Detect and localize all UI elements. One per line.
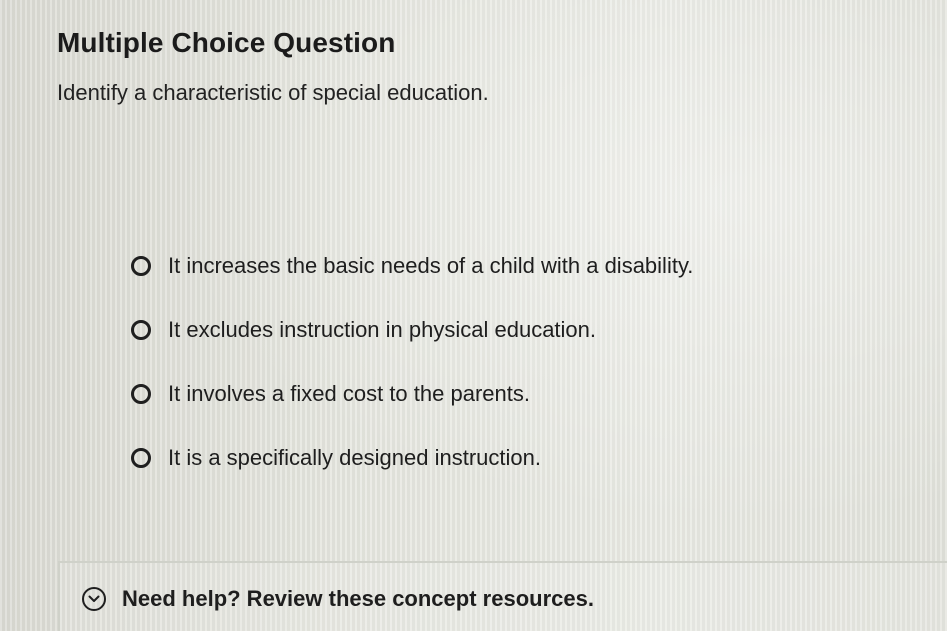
answer-option-4[interactable]: It is a specifically designed instructio…: [131, 426, 693, 490]
need-help-label[interactable]: Need help? Review these concept resource…: [122, 586, 594, 612]
page-title: Multiple Choice Question: [57, 26, 396, 58]
answer-option-3[interactable]: It involves a fixed cost to the parents.: [131, 362, 693, 426]
radio-button-icon[interactable]: [131, 320, 151, 340]
radio-button-icon[interactable]: [131, 256, 151, 276]
answer-option-label: It is a specifically designed instructio…: [168, 445, 541, 470]
need-help-toggle[interactable]: Need help? Review these concept resource…: [82, 586, 594, 612]
radio-button-icon[interactable]: [131, 384, 151, 404]
chevron-down-icon[interactable]: [82, 587, 106, 611]
answer-option-1[interactable]: It increases the basic needs of a child …: [131, 234, 693, 298]
question-prompt: Identify a characteristic of special edu…: [57, 80, 489, 105]
answer-options: It increases the basic needs of a child …: [131, 234, 693, 490]
radio-button-icon[interactable]: [131, 448, 151, 468]
answer-option-label: It excludes instruction in physical educ…: [168, 317, 597, 342]
answer-option-2[interactable]: It excludes instruction in physical educ…: [131, 298, 693, 362]
answer-option-label: It increases the basic needs of a child …: [168, 253, 694, 278]
answer-option-label: It involves a fixed cost to the parents.: [168, 381, 530, 406]
